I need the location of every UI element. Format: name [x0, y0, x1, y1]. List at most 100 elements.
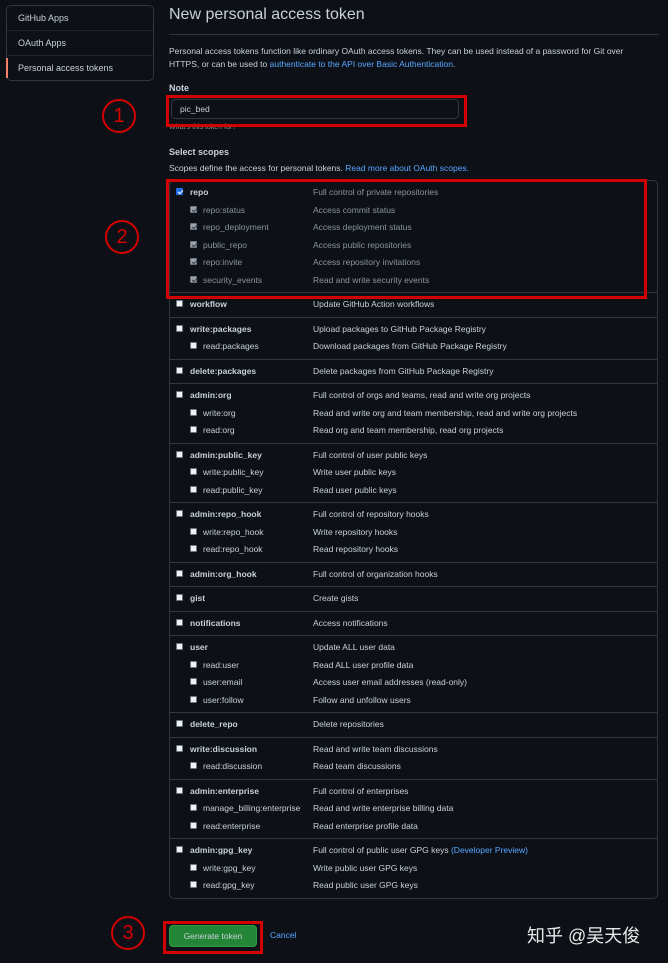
scope-name: user:follow: [203, 694, 244, 705]
scope-name: read:repo_hook: [203, 544, 263, 554]
scope-name: admin:org: [190, 390, 232, 400]
scope-checkbox[interactable]: [190, 863, 197, 871]
scope-row: read:discussion Read team discussions: [170, 758, 657, 776]
scope-name: delete_repo: [190, 719, 238, 729]
scope-group-admin-org-hook: admin:org_hook Full control of organizati…: [170, 561, 657, 587]
scope-description: Full control of user public keys: [313, 450, 427, 460]
scope-name: write:repo_hook: [203, 526, 264, 537]
scope-checkbox[interactable]: [176, 450, 183, 458]
scope-name: read:packages: [203, 341, 259, 351]
scope-name: user: [190, 642, 208, 652]
developer-preview-link[interactable]: (Developer Preview): [451, 845, 528, 855]
cancel-link[interactable]: Cancel: [270, 930, 296, 940]
scope-checkbox[interactable]: [176, 846, 183, 853]
scope-description: Read and write org and team membership, …: [313, 408, 577, 418]
sidebar-item-github-apps[interactable]: GitHub Apps: [7, 6, 153, 30]
scope-name: admin:org_hook: [190, 568, 257, 579]
scope-row: admin:gpg_key Full control of public user…: [170, 842, 657, 860]
scope-group-gist: gist Create gists: [170, 586, 657, 611]
sidebar-item-oauth-apps[interactable]: OAuth Apps: [7, 30, 153, 55]
scope-name: admin:enterprise: [190, 785, 259, 796]
scope-description-text: Read public user GPG keys: [313, 880, 418, 890]
scope-row: read:public_key Read user public keys: [170, 482, 657, 500]
scope-description-text: Read enterprise profile data: [313, 820, 418, 831]
scope-row: write:gpg_key Write public user GPG keys: [170, 860, 657, 878]
oauth-scopes-link[interactable]: Read more about OAuth scopes.: [345, 163, 469, 173]
scope-description-text: Full control of user public keys: [313, 449, 428, 460]
scope-group-delete-packages: delete:packages Delete packages from GitH…: [170, 358, 657, 384]
scope-description: Follow and unfollow users: [313, 695, 411, 705]
scope-checkbox[interactable]: [176, 300, 183, 307]
scope-checkbox[interactable]: [176, 324, 183, 332]
scope-checkbox[interactable]: [190, 342, 197, 349]
scope-checkbox[interactable]: [176, 569, 183, 577]
scope-description: Update ALL user data: [313, 642, 395, 652]
scope-checkbox[interactable]: [176, 391, 183, 398]
scope-name: read:org: [203, 425, 235, 435]
scope-checkbox[interactable]: [190, 426, 197, 433]
basic-auth-link[interactable]: authenticate to the API over Basic Authe…: [270, 59, 453, 69]
scope-description-text: Download packages from GitHub Package Re…: [313, 341, 507, 351]
scope-name: read:enterprise: [203, 820, 261, 831]
scope-description-text: Delete packages from GitHub Package Regi…: [313, 365, 494, 376]
scope-name: workflow: [190, 299, 227, 309]
scope-row: read:packages Download packages from GitH…: [170, 338, 657, 356]
scope-row: admin:repo_hook Full control of repositor…: [170, 506, 657, 524]
scope-description-text: Read and write team discussions: [313, 743, 438, 754]
scope-description-text: Read and write org and team membership, …: [313, 407, 578, 418]
scope-checkbox[interactable]: [190, 468, 197, 475]
scope-description: Access user email addresses (read-only): [313, 677, 467, 687]
scope-checkbox[interactable]: [176, 366, 183, 374]
scope-checkbox[interactable]: [176, 594, 183, 601]
scope-group-admin-org: admin:org Full control of orgs and teams,…: [170, 383, 657, 443]
scope-row: user Update ALL user data: [170, 639, 657, 657]
scope-name: write:packages: [190, 323, 252, 334]
annotation-box-note: [166, 95, 467, 127]
scope-checkbox[interactable]: [190, 660, 197, 668]
scope-row: gist Create gists: [170, 590, 657, 608]
scope-description: Read and write team discussions: [313, 744, 438, 754]
scope-description-text: Full control of public user GPG keys: [313, 845, 449, 855]
scope-description-text: Follow and unfollow users: [313, 694, 411, 705]
title-divider: [169, 34, 659, 35]
scope-checkbox[interactable]: [190, 804, 197, 811]
scope-row: notifications Access notifications: [170, 615, 657, 633]
scope-checkbox[interactable]: [190, 881, 197, 888]
scope-checkbox[interactable]: [176, 720, 183, 727]
scope-description-text: Full control of orgs and teams, read and…: [313, 390, 531, 400]
scope-name: notifications: [190, 617, 241, 628]
scope-description: Full control of enterprises: [313, 786, 408, 796]
scope-description: Access notifications: [313, 618, 388, 628]
scope-group-admin-public-key: admin:public_key Full control of user pub…: [170, 442, 657, 503]
scope-row: read:org Read org and team membership, re…: [170, 422, 657, 440]
annotation-marker-3: 3: [111, 916, 145, 950]
scope-checkbox[interactable]: [190, 821, 197, 829]
scope-checkbox[interactable]: [190, 545, 197, 552]
scope-description-text: Write public user GPG keys: [313, 862, 418, 873]
settings-sidebar: GitHub Apps OAuth Apps Personal access t…: [6, 5, 154, 81]
note-label: Note: [169, 83, 189, 93]
scope-checkbox[interactable]: [190, 695, 197, 703]
scope-description: Create gists: [313, 593, 358, 603]
scope-row: admin:org Full control of orgs and teams,…: [170, 387, 657, 405]
scope-checkbox[interactable]: [190, 485, 197, 493]
scope-name: read:discussion: [203, 761, 263, 771]
scope-description-text: Upload packages to GitHub Package Regist…: [313, 323, 486, 334]
scope-description: Read repository hooks: [313, 544, 398, 554]
scope-checkbox[interactable]: [190, 527, 197, 535]
scope-name: write:discussion: [190, 743, 258, 754]
scopes-description: Scopes define the access for personal to…: [169, 163, 469, 173]
sidebar-item-personal-access-tokens[interactable]: Personal access tokens: [6, 55, 153, 80]
scope-description-text: Full control of enterprises: [313, 785, 409, 796]
scope-checkbox[interactable]: [176, 643, 183, 650]
scope-checkbox[interactable]: [176, 786, 183, 794]
scope-description: Download packages from GitHub Package Re…: [313, 341, 507, 351]
scope-checkbox[interactable]: [190, 678, 197, 685]
scope-checkbox[interactable]: [176, 618, 183, 626]
scope-name: gist: [190, 593, 206, 603]
scope-checkbox[interactable]: [190, 762, 197, 769]
scope-row: manage_billing:enterprise Read and write …: [170, 800, 657, 818]
scope-checkbox[interactable]: [190, 408, 197, 416]
scope-checkbox[interactable]: [176, 744, 183, 752]
scope-checkbox[interactable]: [176, 510, 183, 517]
